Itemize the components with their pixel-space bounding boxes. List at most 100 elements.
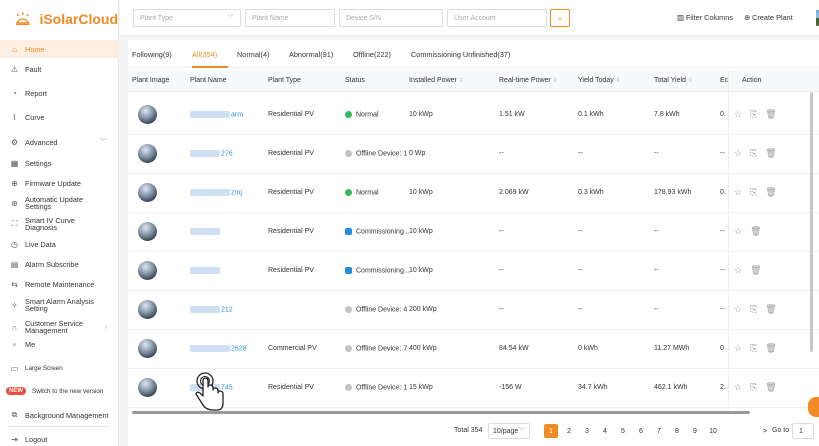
edit-icon[interactable]: ⎘ [750,148,757,159]
device-sn-input[interactable]: Device S/N [339,9,443,27]
yield-today: 34.7 kWh [578,384,608,391]
table-row[interactable]: 212 Offline Device: 4 200 kWp -- -- -- -- ☆ ⎘ 🗑︎ [128,292,819,330]
plant-image[interactable] [138,222,157,241]
edit-icon[interactable]: ⎘ [750,109,757,120]
sidebar-item-switch-version[interactable]: NEW Switch to the new version [0,384,119,398]
plant-name-link[interactable]: 2628 [190,345,247,352]
page-button[interactable]: 7 [652,424,666,438]
plant-image[interactable] [138,261,157,280]
sidebar-item-smart-alarm-analysis-setting[interactable]: ✧ Smart Alarm Analysis Setting [0,296,119,314]
table-row[interactable]: arm Residential PV Normal 10 kWp 1.51 kW 0.1 … [128,97,819,135]
plant-name-link[interactable]: zmj [190,189,242,196]
table-row[interactable]: 276 Residential PV Offline Device: 10 Wp --… [128,136,819,174]
page-button[interactable]: 8 [670,424,684,438]
edit-icon[interactable]: ⎘ [750,187,757,198]
page-button[interactable]: 9 [688,424,702,438]
tab-normal[interactable]: Normal(4) [237,50,269,59]
plant-name-link[interactable]: 212 [190,306,233,313]
plant-name-link[interactable] [190,228,221,235]
sidebar-item-fault[interactable]: ⚠ Fault [0,62,119,76]
plant-name-link[interactable]: arm [190,111,243,118]
plant-image[interactable] [138,105,157,124]
table-row[interactable]: zmj Residential PV Normal 10 kWp 2.069 kW 0.3… [128,175,819,213]
trash-icon[interactable]: 🗑︎ [765,304,776,315]
trash-icon[interactable]: 🗑︎ [765,343,776,354]
plant-image[interactable] [138,144,157,163]
star-icon[interactable]: ☆ [734,265,742,276]
table-row[interactable]: 745 Residential PV Offline Device: 1 15 kWp… [128,370,819,408]
plant-type: Commercial PV [268,345,317,352]
table-row[interactable]: Residential PV Commissioning... 10 kWp -- --… [128,214,819,252]
trash-icon[interactable]: 🗑︎ [750,226,761,237]
page-button[interactable]: 10 [706,424,720,438]
star-icon[interactable]: ☆ [734,304,742,315]
sidebar-item-home[interactable]: ⌂ Home [0,40,119,58]
star-icon[interactable]: ☆ [734,343,742,354]
col-total-yield[interactable]: Total Yield ⇳ [654,77,693,84]
tab-offline[interactable]: Offline(222) [353,50,391,59]
sidebar-item-live-data[interactable]: ◷ Live Data [0,237,119,251]
sidebar-item-large-screen[interactable]: ▭ Large Screen [0,361,119,375]
edit-icon[interactable]: ⎘ [750,382,757,393]
sidebar-item-customer-service-management[interactable]: ∩ Customer Service Management › [0,318,119,336]
tab-abnormal[interactable]: Abnormal(91) [289,50,333,59]
sidebar-item-settings[interactable]: ▦ Settings [0,156,119,170]
col-installed-power[interactable]: Installed Power ⇳ [409,77,464,84]
col-realtime-power[interactable]: Real-time Power ⇳ [499,77,558,84]
plant-image[interactable] [138,339,157,358]
sidebar-item-smart-iv-curve-diagnosis[interactable]: ⛶ Smart IV Curve Diagnosis [0,217,119,231]
goto-page-input[interactable]: 1 [792,423,814,439]
plant-image[interactable] [138,183,157,202]
edit-icon[interactable]: ⎘ [750,304,757,315]
page-size-select[interactable]: 10/page ﹀ [488,423,530,439]
edit-icon[interactable]: ⎘ [750,343,757,354]
sidebar-item-report[interactable]: ◔ Report [0,86,119,100]
star-icon[interactable]: ☆ [734,226,742,237]
star-icon[interactable]: ☆ [734,148,742,159]
trash-icon[interactable]: 🗑︎ [765,187,776,198]
page-button[interactable]: 1 [544,424,558,438]
col-yield-today[interactable]: Yield Today ⇳ [578,77,621,84]
floating-help-tab[interactable] [808,397,819,417]
star-icon[interactable]: ☆ [734,187,742,198]
sidebar-item-advanced[interactable]: ⚙ Advanced ﹀ [0,135,119,149]
search-button[interactable]: ⌕ [550,9,570,27]
tab-following[interactable]: Following(9) [132,50,172,59]
tab-commissioning-unfinished[interactable]: Commissioning Unfinished(37) [411,50,510,59]
logo[interactable]: iSolarCloud [0,0,118,38]
sidebar-item-remote-maintenance[interactable]: ⇆ Remote Maintenance [0,277,119,291]
trash-icon[interactable]: 🗑︎ [765,382,776,393]
sidebar-item-automatic-update-settings[interactable]: ⊛ Automatic Update Settings [0,196,119,210]
sidebar-item-logout[interactable]: ⇥ Logout [0,432,119,446]
filter-columns-button[interactable]: ▥ Filter Columns [677,13,733,22]
page-button[interactable]: 4 [598,424,612,438]
table-row[interactable]: 2628 Commercial PV Offline Device: 7 400 kW… [128,331,819,369]
row-actions: ☆ ⎘ 🗑︎ [734,343,777,354]
create-plant-button[interactable]: ⊕ Create Plant [744,13,793,22]
user-account-input[interactable]: User Account [447,9,547,27]
trash-icon[interactable]: 🗑︎ [765,148,776,159]
plant-image[interactable] [138,378,157,397]
table-row[interactable]: Residential PV Commissioning... 10 kWp -- --… [128,253,819,291]
sidebar-item-curve[interactable]: ⌇ Curve [0,110,119,124]
plant-image[interactable] [138,300,157,319]
next-page-button[interactable]: > [758,424,772,438]
page-button[interactable]: 6 [634,424,648,438]
tab-all[interactable]: All(354) [192,50,217,59]
plant-name-input[interactable]: Plant Name [245,9,335,27]
page-button[interactable]: 2 [562,424,576,438]
trash-icon[interactable]: 🗑︎ [750,265,761,276]
page-button[interactable]: 3 [580,424,594,438]
sidebar-item-firmware-update[interactable]: ⊕ Firmware Update [0,176,119,190]
sidebar-item-alarm-subscribe[interactable]: ▤ Alarm Subscribe [0,257,119,271]
sidebar-item-background-management[interactable]: ⧉ Background Management [0,408,119,422]
vertical-scrollbar[interactable] [810,92,813,352]
plant-name-link[interactable] [190,267,221,274]
sidebar-item-me[interactable]: ● Me [0,337,119,351]
star-icon[interactable]: ☆ [734,382,742,393]
star-icon[interactable]: ☆ [734,109,742,120]
plant-name-link[interactable]: 276 [190,150,233,157]
plant-type-select[interactable]: Plant Type ﹀ [133,9,241,27]
trash-icon[interactable]: 🗑︎ [765,109,776,120]
page-button[interactable]: 5 [616,424,630,438]
